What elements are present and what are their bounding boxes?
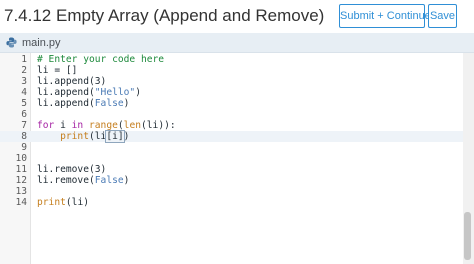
line-number: 13 <box>15 186 27 197</box>
line-number: 12 <box>15 175 27 186</box>
code-line[interactable]: 4 li.append("Hello") <box>0 87 463 98</box>
code-line[interactable]: 11 li.remove(3) <box>0 164 463 175</box>
line-number: 8 <box>21 131 27 142</box>
file-tab-bar: main.py <box>0 33 474 53</box>
code-line[interactable]: 9 <box>0 142 463 153</box>
header-bar: 7.4.12 Empty Array (Append and Remove) S… <box>0 0 474 33</box>
line-number: 5 <box>21 98 27 109</box>
code-line[interactable]: 10 <box>0 153 463 164</box>
code-text[interactable]: li.remove(False) <box>37 175 129 186</box>
submit-continue-button[interactable]: Submit + Continue <box>339 4 431 28</box>
tab-filename: main.py <box>22 36 61 49</box>
line-number: 9 <box>21 142 27 153</box>
code-line[interactable]: 13 <box>0 186 463 197</box>
line-number: 1 <box>21 54 27 65</box>
line-number: 11 <box>15 164 27 175</box>
code-text[interactable]: li.append(False) <box>37 98 129 109</box>
code-text[interactable]: li.append("Hello") <box>37 87 141 98</box>
code-line[interactable]: 12 li.remove(False) <box>0 175 463 186</box>
code-text[interactable]: print(li) <box>37 197 89 208</box>
python-icon <box>6 37 17 48</box>
line-number: 7 <box>21 120 27 131</box>
line-number: 10 <box>15 153 27 164</box>
page-title: 7.4.12 Empty Array (Append and Remove) <box>4 6 325 25</box>
code-line[interactable]: 6 <box>0 109 463 120</box>
tab-main-py[interactable]: main.py <box>0 33 70 52</box>
code-line[interactable]: 1 # Enter your code here <box>0 54 463 65</box>
code-editor[interactable]: 1 # Enter your code here 2 li = [] 3 li.appen… <box>0 53 463 264</box>
code-line[interactable]: 7 for i in range(len(li)): <box>0 120 463 131</box>
code-text[interactable]: li = [] <box>37 65 77 76</box>
line-number: 2 <box>21 65 27 76</box>
line-number: 14 <box>15 197 27 208</box>
code-line[interactable]: 8 print(li[i]) <box>0 130 463 143</box>
line-number: 4 <box>21 87 27 98</box>
scrollbar-thumb[interactable] <box>464 212 471 260</box>
code-text[interactable]: # Enter your code here <box>37 54 164 65</box>
code-line[interactable]: 2 li = [] <box>0 65 463 76</box>
save-button[interactable]: Save <box>428 4 457 28</box>
code-text[interactable]: li.remove(3) <box>37 164 106 175</box>
line-number: 3 <box>21 76 27 87</box>
code-line[interactable]: 14 print(li) <box>0 197 463 208</box>
code-line[interactable]: 5 li.append(False) <box>0 98 463 109</box>
code-text[interactable]: for i in range(len(li)): <box>37 120 176 131</box>
code-text[interactable]: print(li[i]) <box>37 130 129 143</box>
code-line[interactable]: 3 li.append(3) <box>0 76 463 87</box>
code-text[interactable]: li.append(3) <box>37 76 106 87</box>
line-number: 6 <box>21 109 27 120</box>
